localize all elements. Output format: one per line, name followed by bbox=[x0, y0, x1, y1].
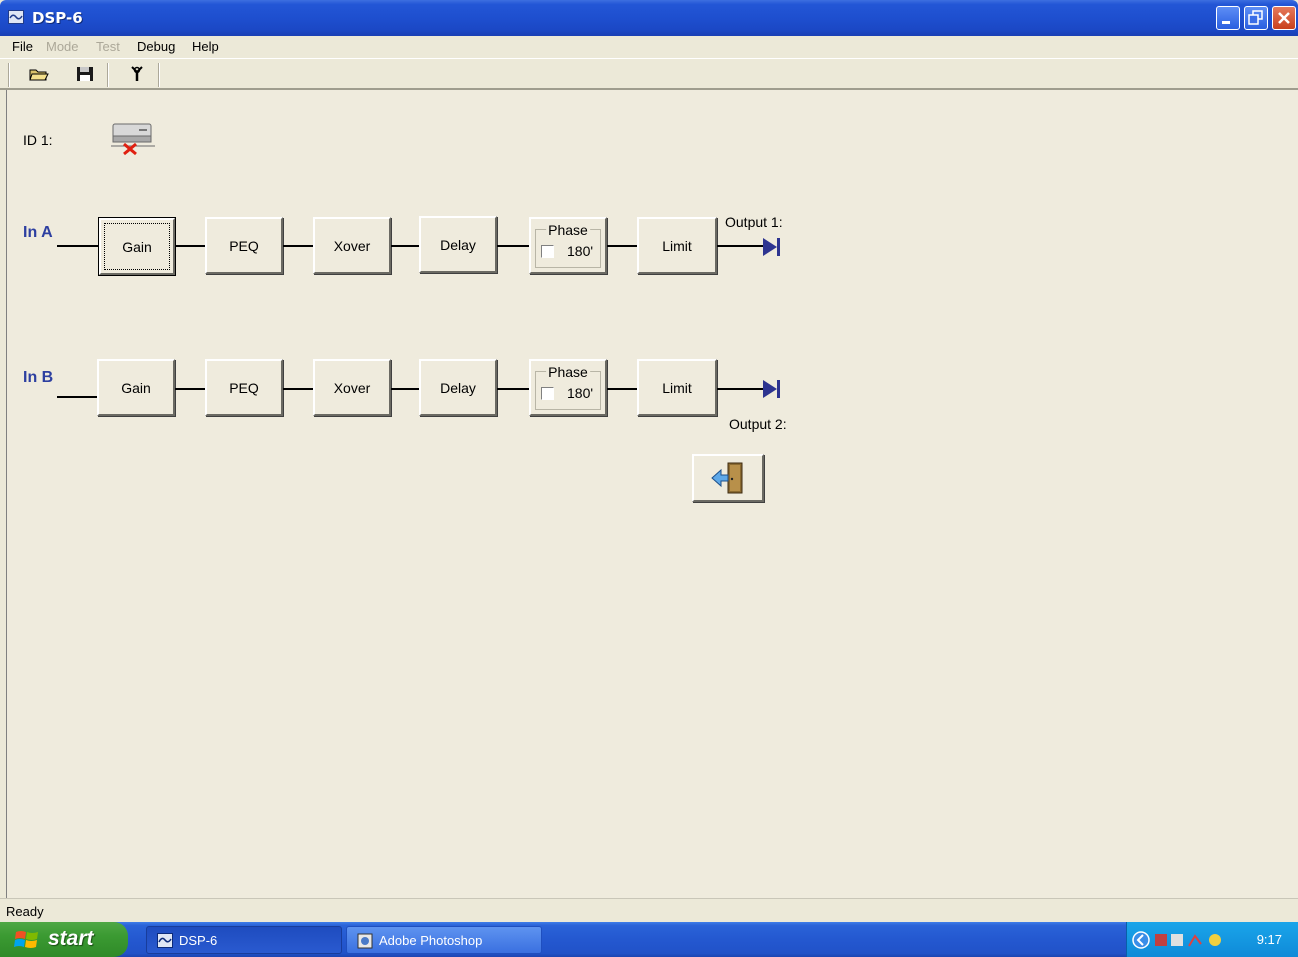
signal-wire bbox=[497, 245, 529, 247]
signal-wire bbox=[57, 245, 103, 247]
device-id-label: ID 1: bbox=[23, 132, 53, 148]
signal-wire bbox=[283, 388, 315, 390]
output-1-label: Output 1: bbox=[725, 214, 783, 230]
menu-test[interactable]: Test bbox=[96, 39, 120, 54]
exit-door-icon bbox=[711, 462, 743, 494]
open-folder-icon[interactable] bbox=[26, 63, 52, 85]
channel-b-limit-label: Limit bbox=[662, 379, 692, 396]
channel-b-xover-label: Xover bbox=[333, 379, 371, 396]
channel-a-limit-button[interactable]: Limit bbox=[637, 217, 717, 274]
channel-b-xover-button[interactable]: Xover bbox=[313, 359, 391, 416]
signal-wire bbox=[175, 245, 207, 247]
signal-wire bbox=[607, 245, 639, 247]
restore-button[interactable] bbox=[1244, 6, 1268, 30]
channel-b-limit-button[interactable]: Limit bbox=[637, 359, 717, 416]
channel-a-peq-button[interactable]: PEQ bbox=[205, 217, 283, 274]
title-bar[interactable]: DSP-6 bbox=[0, 0, 1298, 36]
channel-b-gain-label: Gain bbox=[121, 379, 151, 396]
main-panel: ID 1: In A Gain PEQ Xover Delay Phase 18… bbox=[6, 90, 1298, 898]
channel-a-phase-title: Phase bbox=[546, 222, 590, 238]
signal-wire bbox=[607, 388, 639, 390]
channel-b-delay-button[interactable]: Delay bbox=[419, 359, 497, 416]
app-icon bbox=[157, 933, 173, 948]
channel-a-delay-label: Delay bbox=[440, 236, 476, 253]
signal-wire bbox=[175, 388, 207, 390]
channel-a-peq-label: PEQ bbox=[229, 237, 259, 254]
menu-help[interactable]: Help bbox=[192, 39, 219, 54]
start-label: start bbox=[48, 927, 94, 950]
channel-a-xover-label: Xover bbox=[333, 237, 371, 254]
task-photoshop[interactable]: Adobe Photoshop bbox=[346, 926, 542, 954]
signal-wire bbox=[391, 245, 421, 247]
channel-a-phase-value: 180' bbox=[567, 243, 594, 259]
app-icon[interactable] bbox=[8, 10, 24, 24]
channel-a-gain-button[interactable]: Gain bbox=[98, 217, 176, 276]
taskbar-clock: 9:17 bbox=[1256, 932, 1282, 947]
start-button[interactable]: start bbox=[0, 922, 128, 957]
channel-b-peq-button[interactable]: PEQ bbox=[205, 359, 283, 416]
windows-logo-icon bbox=[14, 931, 38, 948]
tools-icon[interactable] bbox=[124, 63, 150, 85]
channel-a-phase-box: Phase 180' bbox=[529, 217, 607, 274]
signal-wire bbox=[717, 245, 767, 247]
toolbar-separator bbox=[107, 63, 109, 87]
device-disconnected-icon[interactable] bbox=[111, 122, 155, 158]
toolbar-separator-2 bbox=[158, 63, 160, 87]
menu-file[interactable]: File bbox=[12, 39, 33, 54]
close-button[interactable] bbox=[1272, 6, 1296, 30]
tray-icons[interactable] bbox=[1131, 930, 1231, 950]
signal-wire bbox=[391, 388, 421, 390]
signal-wire bbox=[57, 396, 99, 398]
menu-debug[interactable]: Debug bbox=[137, 39, 175, 54]
output-1-arrow-icon bbox=[761, 236, 783, 261]
channel-b-phase-title: Phase bbox=[546, 364, 590, 380]
signal-wire bbox=[717, 388, 767, 390]
minimize-button[interactable] bbox=[1216, 6, 1240, 30]
taskbar: start DSP-6 Adobe Photoshop 9:17 bbox=[0, 922, 1298, 957]
focus-ring bbox=[104, 223, 170, 270]
exit-button[interactable] bbox=[692, 454, 764, 502]
channel-b-phase-value: 180' bbox=[567, 385, 594, 401]
task-dsp6[interactable]: DSP-6 bbox=[146, 926, 342, 954]
photoshop-icon bbox=[357, 933, 373, 949]
channel-a-delay-button[interactable]: Delay bbox=[419, 216, 497, 273]
toolbar bbox=[0, 58, 1298, 90]
status-text: Ready bbox=[6, 904, 44, 919]
window-title: DSP-6 bbox=[32, 9, 83, 27]
channel-b-phase-box: Phase 180' bbox=[529, 359, 607, 416]
channel-a-xover-button[interactable]: Xover bbox=[313, 217, 391, 274]
output-2-arrow-icon bbox=[761, 378, 783, 403]
channel-b-label: In B bbox=[23, 369, 54, 386]
channel-a-label: In A bbox=[23, 224, 53, 241]
channel-a-limit-label: Limit bbox=[662, 237, 692, 254]
channel-b-gain-button[interactable]: Gain bbox=[97, 359, 175, 416]
task-photoshop-label: Adobe Photoshop bbox=[379, 933, 483, 948]
save-disk-icon[interactable] bbox=[72, 63, 98, 85]
signal-wire bbox=[497, 388, 529, 390]
channel-b-phase-checkbox[interactable] bbox=[541, 387, 554, 400]
system-tray: 9:17 bbox=[1126, 922, 1298, 957]
task-dsp6-label: DSP-6 bbox=[179, 933, 218, 948]
menu-bar: File Mode Test Debug Help bbox=[0, 36, 1298, 58]
channel-b-peq-label: PEQ bbox=[229, 379, 259, 396]
output-2-label: Output 2: bbox=[729, 416, 787, 432]
status-bar: Ready bbox=[0, 898, 1298, 922]
signal-wire bbox=[283, 245, 315, 247]
menu-mode[interactable]: Mode bbox=[46, 39, 79, 54]
channel-a-phase-checkbox[interactable] bbox=[541, 245, 554, 258]
channel-b-delay-label: Delay bbox=[440, 379, 476, 396]
toolbar-grip bbox=[8, 63, 10, 87]
